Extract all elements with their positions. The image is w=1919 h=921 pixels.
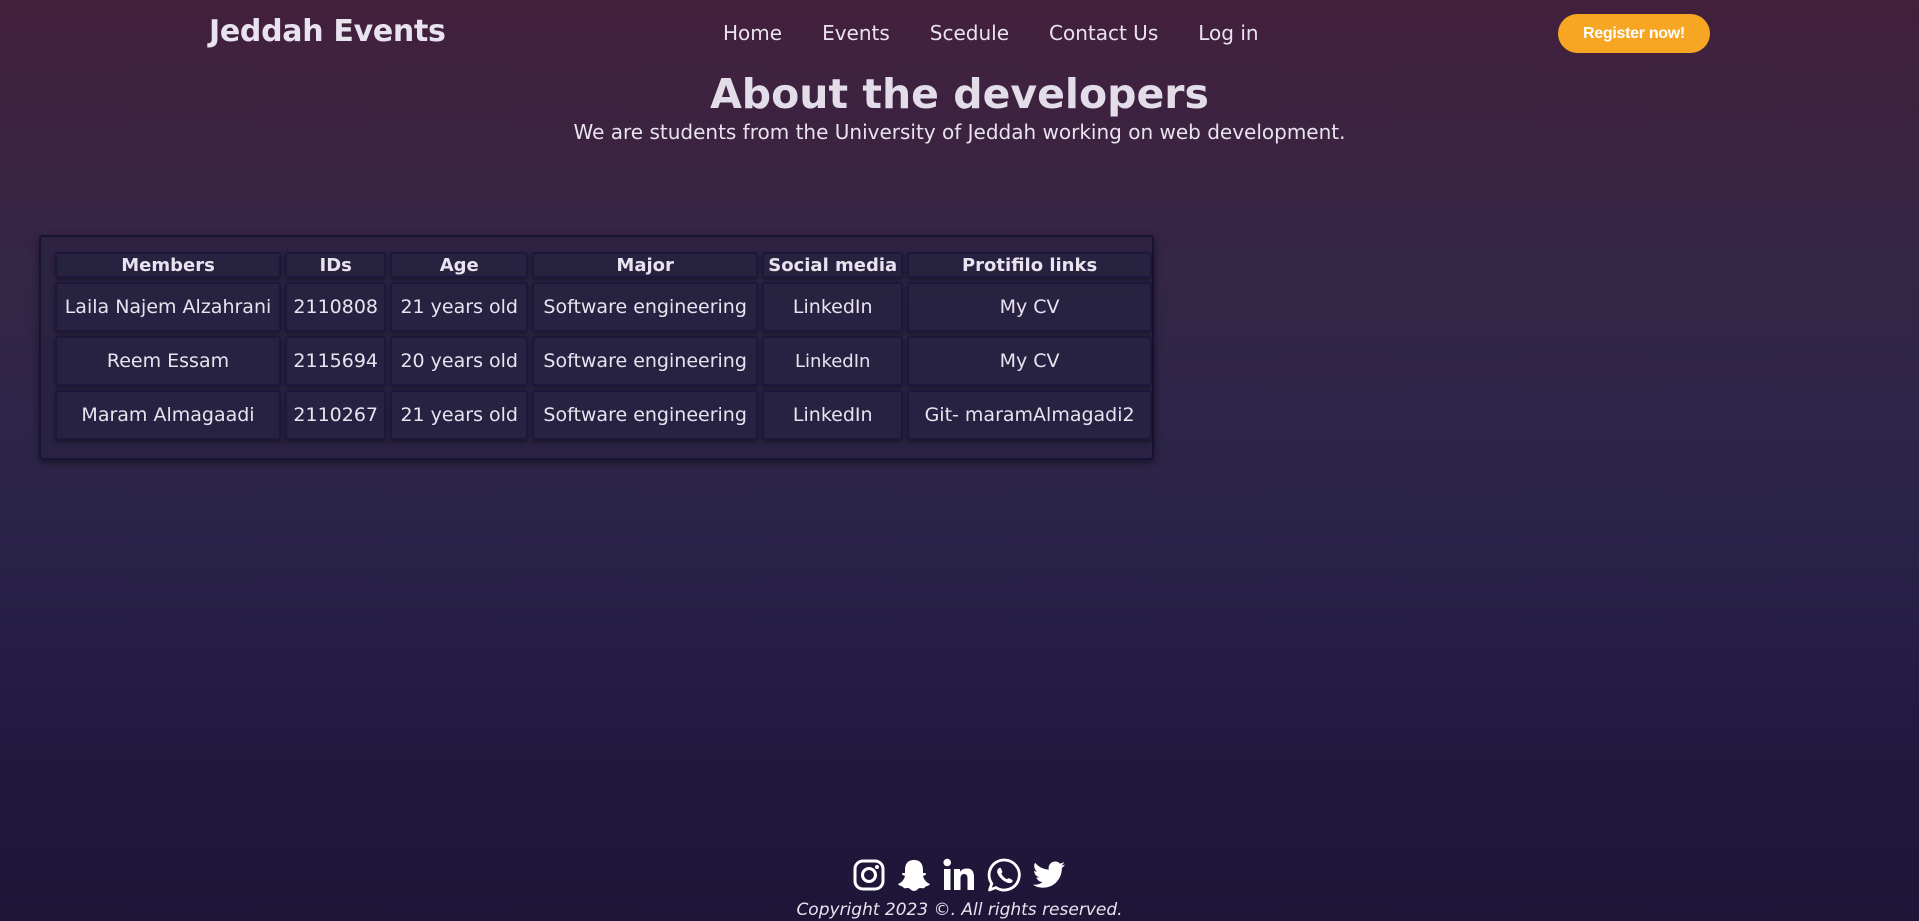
portfolio-cell: My CV	[907, 282, 1152, 332]
nav-events[interactable]: Events	[822, 21, 890, 45]
social-cell: LinkedIn	[762, 336, 904, 386]
table-header-row: Members IDs Age Major Social media Proti…	[55, 252, 1152, 278]
header-portfolio-links: Protifilo links	[907, 252, 1152, 278]
linkedin-link[interactable]: LinkedIn	[793, 404, 873, 426]
portfolio-cell: My CV	[907, 336, 1152, 386]
linkedin-link[interactable]: LinkedIn	[793, 296, 873, 318]
instagram-icon[interactable]	[851, 857, 887, 893]
header-major: Major	[532, 252, 759, 278]
whatsapp-icon[interactable]	[986, 857, 1022, 893]
copyright-text: Copyright 2023 ©. All rights reserved.	[796, 900, 1123, 920]
table-row: Maram Almagaadi 2110267 21 years old Sof…	[55, 390, 1152, 440]
member-major: Software engineering	[532, 336, 759, 386]
member-name: Reem Essam	[55, 336, 281, 386]
social-cell: LinkedIn	[762, 282, 904, 332]
main-nav: Home Events Scedule Contact Us Log in	[723, 21, 1259, 45]
member-name: Laila Najem Alzahrani	[55, 282, 281, 332]
social-icons	[851, 857, 1067, 893]
developers-table-container: Members IDs Age Major Social media Proti…	[39, 235, 1154, 460]
table-row: Reem Essam 2115694 20 years old Software…	[55, 336, 1152, 386]
member-major: Software engineering	[532, 282, 759, 332]
portfolio-cell: Git- maramAlmagadi2	[907, 390, 1152, 440]
member-age: 21 years old	[390, 282, 529, 332]
header-age: Age	[390, 252, 529, 278]
member-age: 21 years old	[390, 390, 529, 440]
page-title: About the developers	[710, 70, 1209, 118]
header-members: Members	[55, 252, 281, 278]
nav-contact-us[interactable]: Contact Us	[1049, 21, 1158, 45]
table-row: Laila Najem Alzahrani 2110808 21 years o…	[55, 282, 1152, 332]
page-subtitle: We are students from the University of J…	[573, 120, 1346, 144]
snapchat-icon[interactable]	[896, 857, 932, 893]
linkedin-icon[interactable]	[941, 857, 977, 893]
nav-schedule[interactable]: Scedule	[930, 21, 1009, 45]
member-name: Maram Almagaadi	[55, 390, 281, 440]
linkedin-link[interactable]: LinkedIn	[795, 351, 870, 372]
nav-log-in[interactable]: Log in	[1198, 21, 1258, 45]
member-age: 20 years old	[390, 336, 529, 386]
developers-table: Members IDs Age Major Social media Proti…	[51, 248, 1156, 444]
register-button[interactable]: Register now!	[1558, 14, 1710, 53]
portfolio-link[interactable]: My CV	[1000, 296, 1060, 318]
site-brand[interactable]: Jeddah Events	[209, 14, 446, 49]
member-id: 2110267	[285, 390, 387, 440]
member-major: Software engineering	[532, 390, 759, 440]
portfolio-link[interactable]: Git- maramAlmagadi2	[925, 404, 1135, 426]
member-id: 2115694	[285, 336, 387, 386]
member-id: 2110808	[285, 282, 387, 332]
header-ids: IDs	[285, 252, 387, 278]
portfolio-link[interactable]: My CV	[1000, 350, 1060, 372]
header-social-media: Social media	[762, 252, 904, 278]
twitter-icon[interactable]	[1031, 857, 1067, 893]
social-cell: LinkedIn	[762, 390, 904, 440]
nav-home[interactable]: Home	[723, 21, 782, 45]
